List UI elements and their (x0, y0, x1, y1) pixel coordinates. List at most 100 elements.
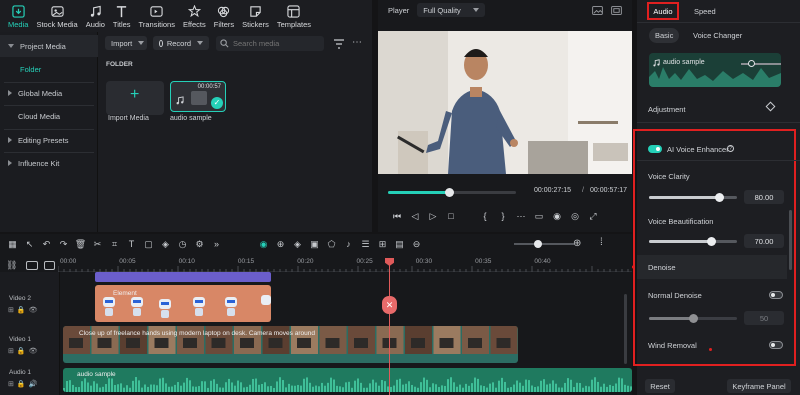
tab-speed[interactable]: Speed (694, 7, 716, 16)
import-media-tile[interactable]: + (106, 81, 164, 115)
mark-in-icon[interactable]: { (476, 207, 494, 225)
audio-sample-tile[interactable]: 00:00:57 ✓ (170, 81, 226, 112)
toolbar-media[interactable]: Media (4, 0, 32, 32)
search-box[interactable] (216, 36, 324, 51)
filter-icon[interactable] (333, 39, 345, 49)
ai-voice-enhancer-toggle[interactable] (648, 145, 662, 153)
expand-more-icon[interactable]: » (208, 235, 225, 253)
voice-clarity-value[interactable]: 80.00 (744, 190, 784, 204)
wind-removal-toggle[interactable] (769, 341, 783, 349)
zoom-slider[interactable] (514, 240, 574, 248)
toolbar-filters[interactable]: Filters (210, 0, 238, 32)
fullscreen-icon[interactable] (611, 5, 622, 15)
subtab-basic[interactable]: Basic (649, 28, 680, 43)
frame-icon[interactable]: ▢ (140, 235, 157, 253)
voice-beautification-slider[interactable] (649, 237, 737, 246)
record-dropdown[interactable]: Record (153, 36, 209, 50)
reset-button[interactable]: Reset (645, 379, 675, 393)
grid-view-icon[interactable]: ⁞ (600, 237, 603, 248)
add-track-icon[interactable] (26, 261, 38, 270)
keyframe-diamond-icon[interactable] (765, 101, 776, 112)
previous-frame-icon[interactable]: ⏮ (388, 207, 406, 225)
import-dropdown[interactable]: Import (105, 36, 147, 50)
sidebar-item-project-media[interactable]: Project Media (0, 35, 98, 57)
toolbar-stock-media[interactable]: Stock Media (32, 0, 81, 32)
toolbar-stickers[interactable]: Stickers (238, 0, 273, 32)
more-icon[interactable]: ⋯ (352, 38, 362, 48)
clip-volume-handle[interactable] (748, 60, 755, 67)
image-snapshot-icon[interactable] (592, 5, 603, 15)
audio-clip[interactable]: audio sample (63, 368, 632, 392)
track-1-controls[interactable]: ⊞🔒👁 (8, 347, 40, 355)
keyframe-panel-button[interactable]: Keyframe Panel (727, 379, 791, 393)
timeline-scrollbar[interactable] (624, 294, 627, 364)
tab-audio[interactable]: Audio (647, 2, 679, 20)
monitor-icon[interactable]: ▭ (530, 207, 548, 225)
grid-icon[interactable]: ⊞ (374, 235, 391, 253)
video-1-clip[interactable]: Close up of freelance hands using modern… (63, 326, 518, 363)
step-back-icon[interactable]: ◁ (406, 207, 424, 225)
slider-handle[interactable] (706, 237, 716, 246)
toolbar-titles[interactable]: Titles (109, 0, 135, 32)
normal-denoise-slider[interactable] (649, 314, 737, 323)
undo-icon[interactable]: ↶ (38, 235, 55, 253)
toolbar-templates[interactable]: Templates (273, 0, 315, 32)
zoom-handle[interactable] (534, 240, 542, 248)
volume-icon[interactable]: ◎ (566, 207, 584, 225)
toolbar-audio[interactable]: Audio (82, 0, 109, 32)
speed-icon[interactable]: ◷ (174, 235, 191, 253)
shield-icon[interactable]: ⬠ (323, 235, 340, 253)
seek-handle[interactable] (445, 188, 455, 197)
video-preview[interactable] (378, 31, 632, 174)
quality-dropdown[interactable]: Full Quality (417, 3, 486, 17)
split-marker-icon[interactable]: ✕ (382, 296, 397, 314)
seek-bar[interactable] (388, 188, 516, 197)
timeline-ruler[interactable]: 00:00 00:05 00:10 00:15 00:20 00:25 00:30 00:35… (58, 258, 632, 272)
panel-scrollbar[interactable] (789, 210, 792, 270)
snap-icon[interactable]: ⊕ (272, 235, 289, 253)
fit-screen-icon[interactable]: ⤢ (584, 207, 602, 225)
voice-clarity-slider[interactable] (649, 193, 737, 202)
toolbar-effects[interactable]: Effects (179, 0, 210, 32)
record-voice-icon[interactable]: ▣ (306, 235, 323, 253)
split-icon[interactable]: ✂ (89, 235, 106, 253)
camera-icon[interactable]: ◉ (548, 207, 566, 225)
sidebar-item-cloud-media[interactable]: Cloud Media (0, 105, 98, 127)
normal-denoise-value[interactable]: 50 (744, 311, 784, 325)
sidebar-item-influence-kit[interactable]: Influence Kit (0, 152, 98, 174)
zoom-out-icon[interactable]: ⊖ (408, 235, 425, 253)
track-2-controls[interactable]: ⊞🔒👁 (8, 306, 40, 314)
mic-icon[interactable]: ♪ (340, 235, 357, 253)
info-icon[interactable]: ? (727, 145, 734, 152)
marker-icon[interactable]: ◈ (289, 235, 306, 253)
redo-icon[interactable]: ↷ (55, 235, 72, 253)
ai-tool-icon[interactable]: ◉ (255, 235, 272, 253)
search-input[interactable] (233, 39, 323, 48)
delete-icon[interactable]: 🗑 (72, 235, 89, 253)
sidebar-item-folder[interactable]: Folder (0, 58, 98, 80)
sidebar-item-editing-presets[interactable]: Editing Presets (0, 129, 98, 151)
sidebar-item-global-media[interactable]: Global Media (0, 82, 98, 104)
slider-handle[interactable] (689, 314, 698, 323)
voice-beautification-value[interactable]: 70.00 (744, 234, 784, 248)
adjust-icon[interactable]: ⚙ (191, 235, 208, 253)
toolbar-transitions[interactable]: Transitions (135, 0, 179, 32)
image-icon[interactable]: ▤ (391, 235, 408, 253)
list-icon[interactable]: ☰ (357, 235, 374, 253)
audio-track-controls[interactable]: ⊞🔒🔊 (8, 380, 40, 388)
subtab-voice-changer[interactable]: Voice Changer (687, 28, 748, 43)
link-icon[interactable]: ⛓ (6, 260, 17, 271)
crop-icon[interactable]: ⌗ (106, 235, 123, 253)
normal-denoise-toggle[interactable] (769, 291, 783, 299)
play-icon[interactable]: ▷ (424, 207, 442, 225)
select-tool-icon[interactable]: ↖ (21, 235, 38, 253)
layout-icon[interactable]: ▦ (4, 235, 21, 253)
mark-out-icon[interactable]: } (494, 207, 512, 225)
track-manager-icon[interactable] (44, 261, 55, 270)
element-clip[interactable]: Element (95, 285, 271, 322)
purple-clip[interactable] (95, 272, 271, 282)
zoom-in-icon[interactable]: ⊕ (573, 238, 581, 249)
text-icon[interactable]: T (123, 235, 140, 253)
color-icon[interactable]: ◈ (157, 235, 174, 253)
more-icon[interactable]: ⋯ (512, 207, 530, 225)
